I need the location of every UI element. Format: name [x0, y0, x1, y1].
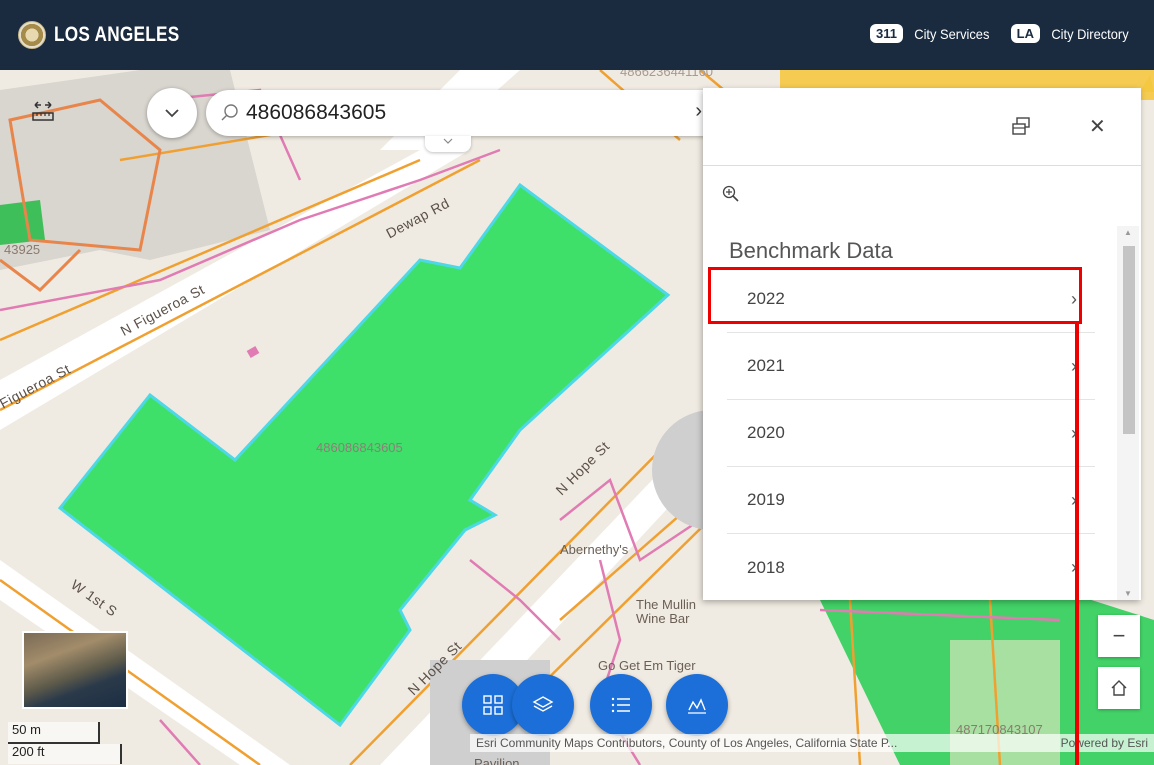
powered-by-esri[interactable]: Powered by Esri: [1061, 736, 1148, 750]
panel-header: ✕: [703, 88, 1141, 166]
scrollbar-thumb[interactable]: [1123, 246, 1135, 434]
list-icon: [611, 697, 630, 713]
close-button[interactable]: ✕: [1089, 114, 1106, 139]
scale-bar-metric: 50 m: [8, 722, 100, 744]
overview-map[interactable]: [22, 631, 128, 709]
scale-bar-imperial: 200 ft: [8, 744, 122, 764]
grid-icon: [483, 695, 503, 715]
poi-abernethys: Abernethy's: [560, 542, 629, 557]
scroll-down-icon[interactable]: ▼: [1124, 589, 1132, 598]
highlight-annotation: [708, 267, 1082, 324]
city-seal-logo: [18, 21, 46, 49]
search-expand-tab[interactable]: [425, 136, 471, 152]
year-row-2020[interactable]: 2020 ›: [727, 400, 1095, 467]
line-chart-icon: [688, 698, 706, 714]
city-directory-link[interactable]: City Directory: [1051, 26, 1128, 42]
panel-title: Benchmark Data: [729, 238, 893, 263]
parcel-label-selected: 486086843605: [316, 440, 403, 455]
chart-button[interactable]: [666, 674, 728, 736]
poi-pavilion: Pavilion: [474, 756, 520, 765]
search-input[interactable]: [246, 101, 686, 125]
search-next-icon[interactable]: ›: [695, 100, 702, 123]
poi-mullin: The Mullin Wine Bar: [636, 597, 696, 626]
year-label: 2021: [747, 356, 785, 375]
app-header: LOS ANGELES 311 City Services LA City Di…: [0, 0, 1154, 70]
chevron-down-icon: [443, 138, 453, 144]
parcel-label-top: 4866236441160: [620, 70, 714, 79]
minus-icon: −: [1112, 623, 1126, 648]
year-row-2018[interactable]: 2018 ›: [727, 534, 1095, 601]
attribution-text: Esri Community Maps Contributors, County…: [476, 736, 898, 750]
layers-button[interactable]: [512, 674, 574, 736]
home-icon: [1111, 680, 1127, 696]
year-row-2021[interactable]: 2021 ›: [727, 333, 1095, 400]
scroll-up-icon[interactable]: ▲: [1124, 228, 1132, 237]
search-bar: ›: [206, 90, 706, 136]
header-links: 311 City Services LA City Directory: [869, 24, 1132, 43]
search-icon: [221, 104, 238, 121]
year-label: 2018: [747, 557, 785, 577]
city-directory-badge[interactable]: LA: [1010, 24, 1040, 43]
chevron-down-icon: [165, 109, 179, 118]
highlight-annotation-line: [1075, 322, 1079, 765]
brand-title: LOS ANGELES: [54, 23, 180, 46]
dock-button[interactable]: [1011, 116, 1031, 141]
attribution-bar[interactable]: Esri Community Maps Contributors, County…: [470, 734, 1154, 752]
zoom-to-button[interactable]: [721, 184, 741, 209]
city-services-badge[interactable]: 311: [869, 24, 903, 43]
layers-icon: [532, 696, 554, 712]
home-button[interactable]: [1098, 667, 1140, 709]
poi-go-get-em: Go Get Em Tiger: [598, 658, 696, 673]
panel-scrollbar[interactable]: ▲ ▼: [1117, 226, 1139, 600]
year-label: 2020: [747, 423, 785, 442]
legend-button[interactable]: [590, 674, 652, 736]
ruler-icon: [32, 101, 54, 121]
zoom-in-icon: [722, 185, 739, 202]
parcel-label-left: 43925: [4, 242, 41, 257]
city-services-link[interactable]: City Services: [914, 26, 989, 42]
year-row-2019[interactable]: 2019 ›: [727, 467, 1095, 534]
dock-icon: [1012, 117, 1030, 135]
zoom-out-button[interactable]: −: [1098, 615, 1140, 657]
brand[interactable]: LOS ANGELES: [18, 21, 207, 49]
year-label: 2019: [747, 490, 785, 509]
search-options-toggle[interactable]: [147, 88, 197, 138]
measure-button[interactable]: [26, 95, 60, 129]
